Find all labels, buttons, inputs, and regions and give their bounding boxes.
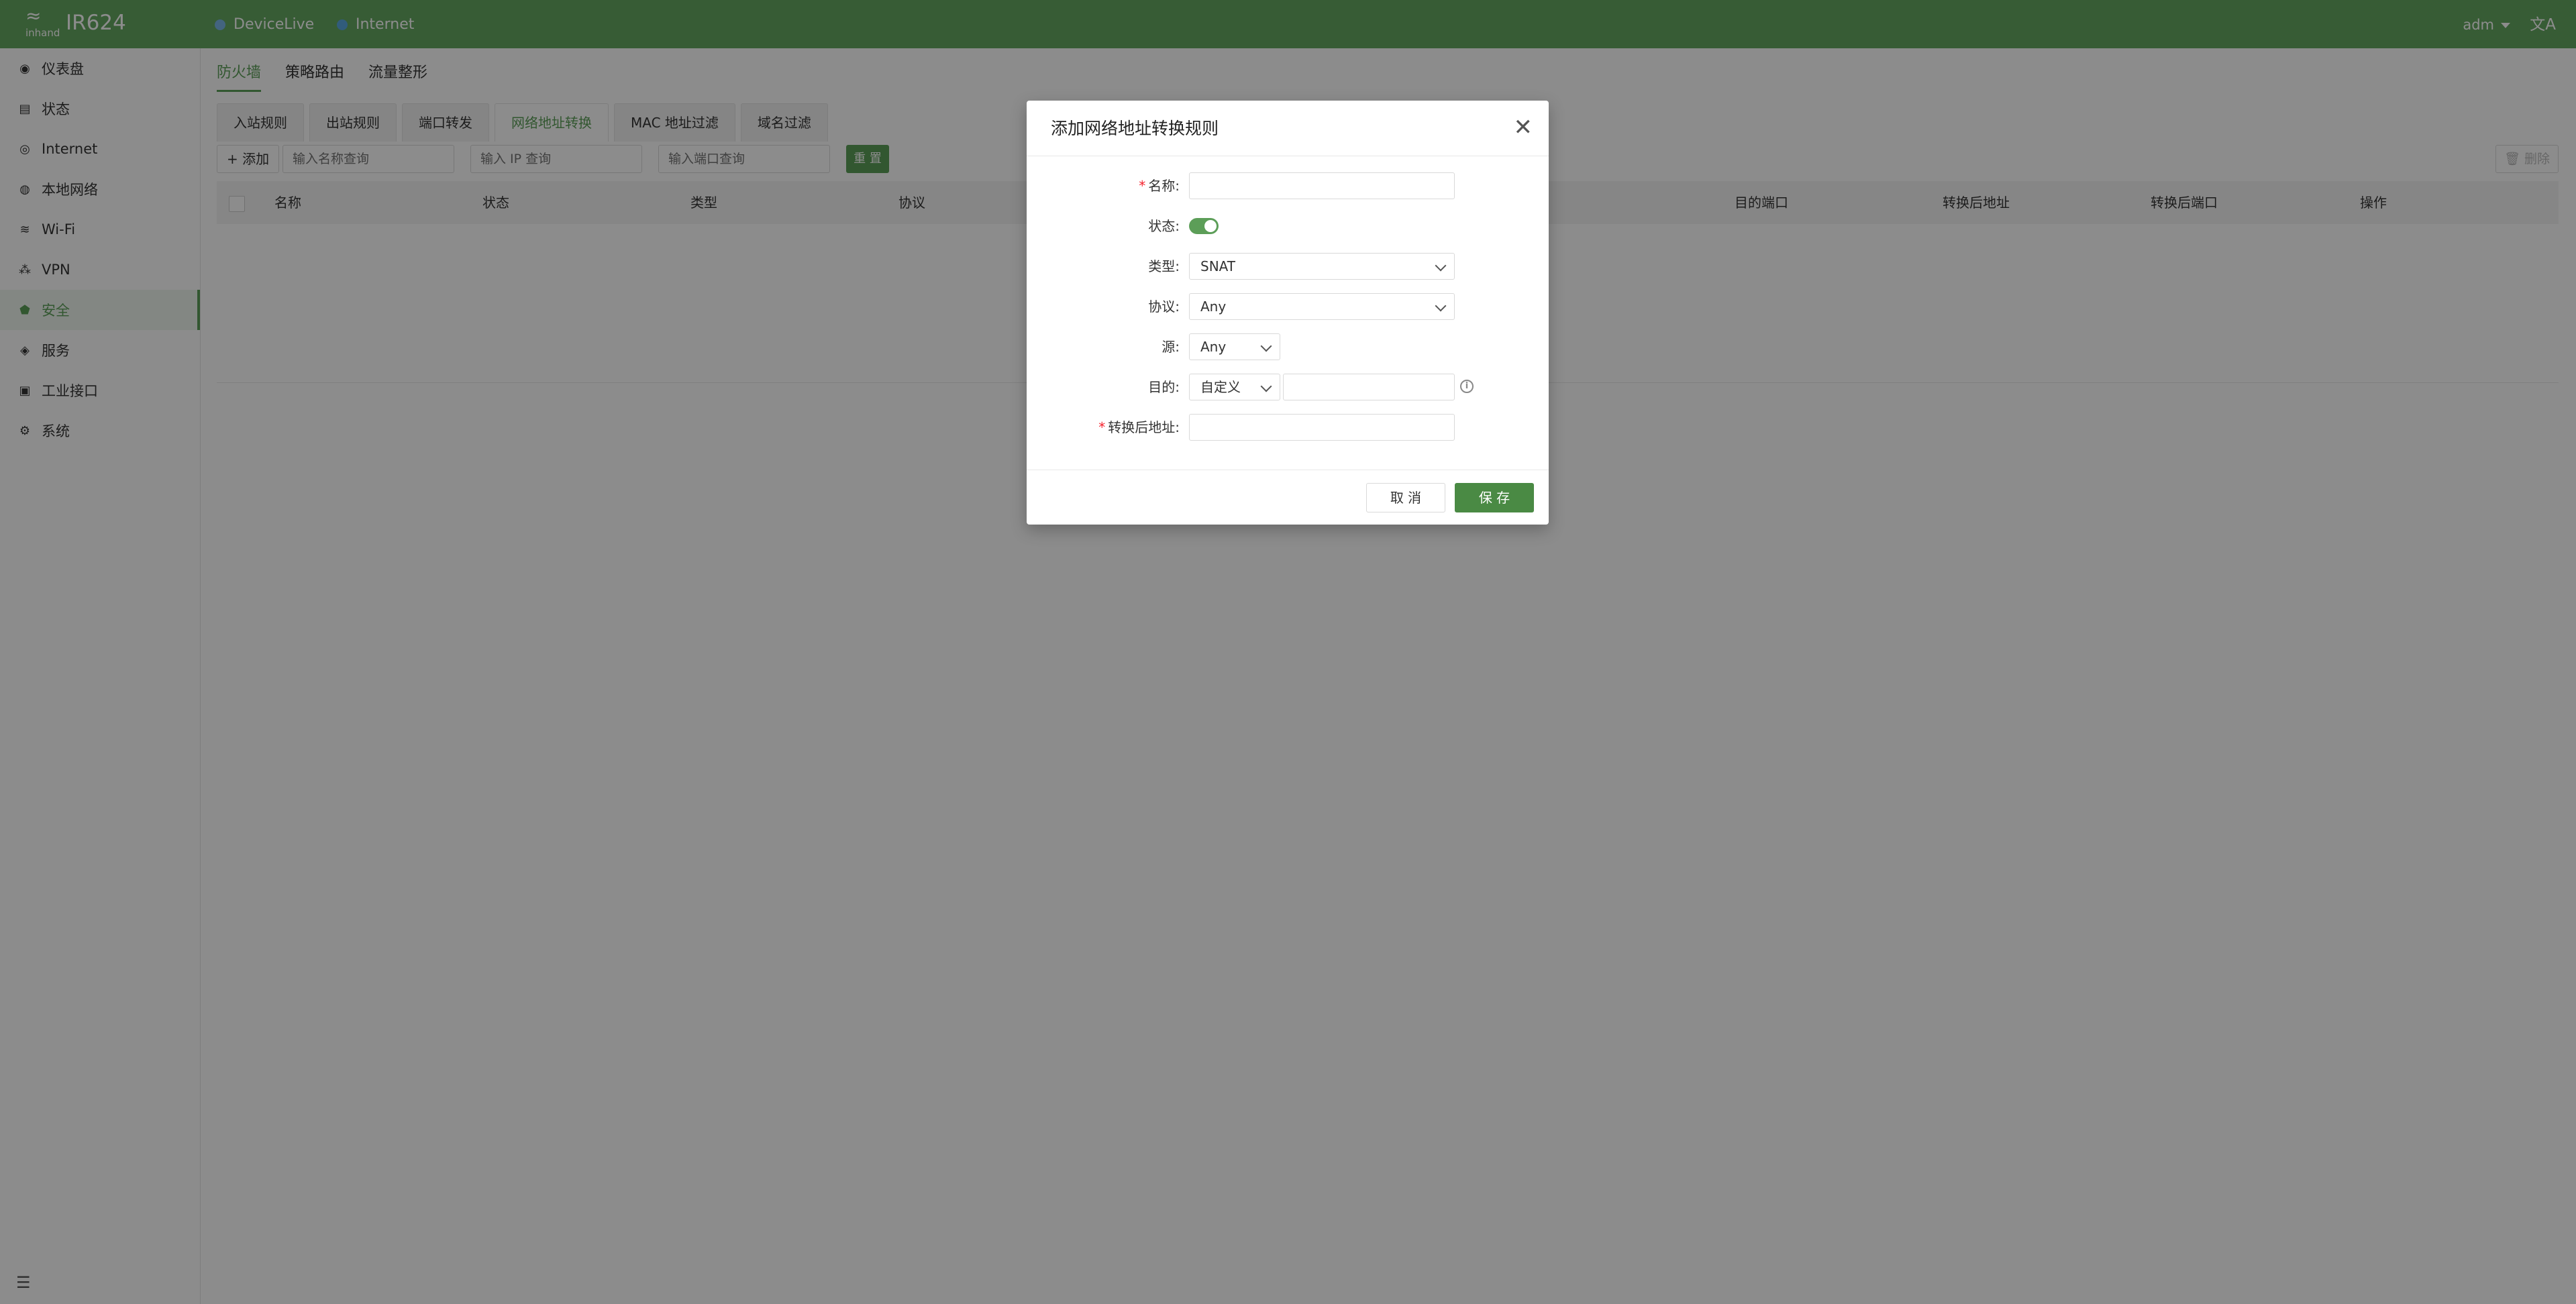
field-destination: 目的: 自定义 i [1027,374,1549,400]
field-status: 状态: [1027,213,1549,239]
source-select[interactable]: Any [1189,333,1280,360]
dialog-title: 添加网络地址转换规则 [1051,119,1219,138]
protocol-select[interactable]: Any [1189,293,1455,320]
chevron-down-icon [1260,380,1272,392]
field-source: 源: Any [1027,333,1549,360]
add-nat-rule-dialog: 添加网络地址转换规则 ✕ * 名称: 状态: 类型: SNAT 协议: Any 源… [1027,101,1549,525]
info-icon[interactable]: i [1460,380,1474,393]
field-type: 类型: SNAT [1027,253,1549,280]
field-protocol: 协议: Any [1027,293,1549,320]
required-marker: * [1098,419,1106,435]
chevron-down-icon [1435,260,1447,272]
field-name: * 名称: [1027,172,1549,199]
translated-address-input[interactable] [1189,414,1455,441]
required-marker: * [1139,178,1146,194]
chevron-down-icon [1260,340,1272,352]
cancel-button[interactable]: 取 消 [1366,483,1445,512]
destination-input[interactable] [1283,374,1455,400]
destination-select[interactable]: 自定义 [1189,374,1280,400]
status-toggle[interactable] [1189,218,1219,234]
save-button[interactable]: 保 存 [1455,483,1534,512]
name-input[interactable] [1189,172,1455,199]
type-select[interactable]: SNAT [1189,253,1455,280]
close-icon[interactable]: ✕ [1514,115,1533,140]
chevron-down-icon [1435,300,1447,312]
field-translated-address: * 转换后地址: [1027,414,1549,441]
